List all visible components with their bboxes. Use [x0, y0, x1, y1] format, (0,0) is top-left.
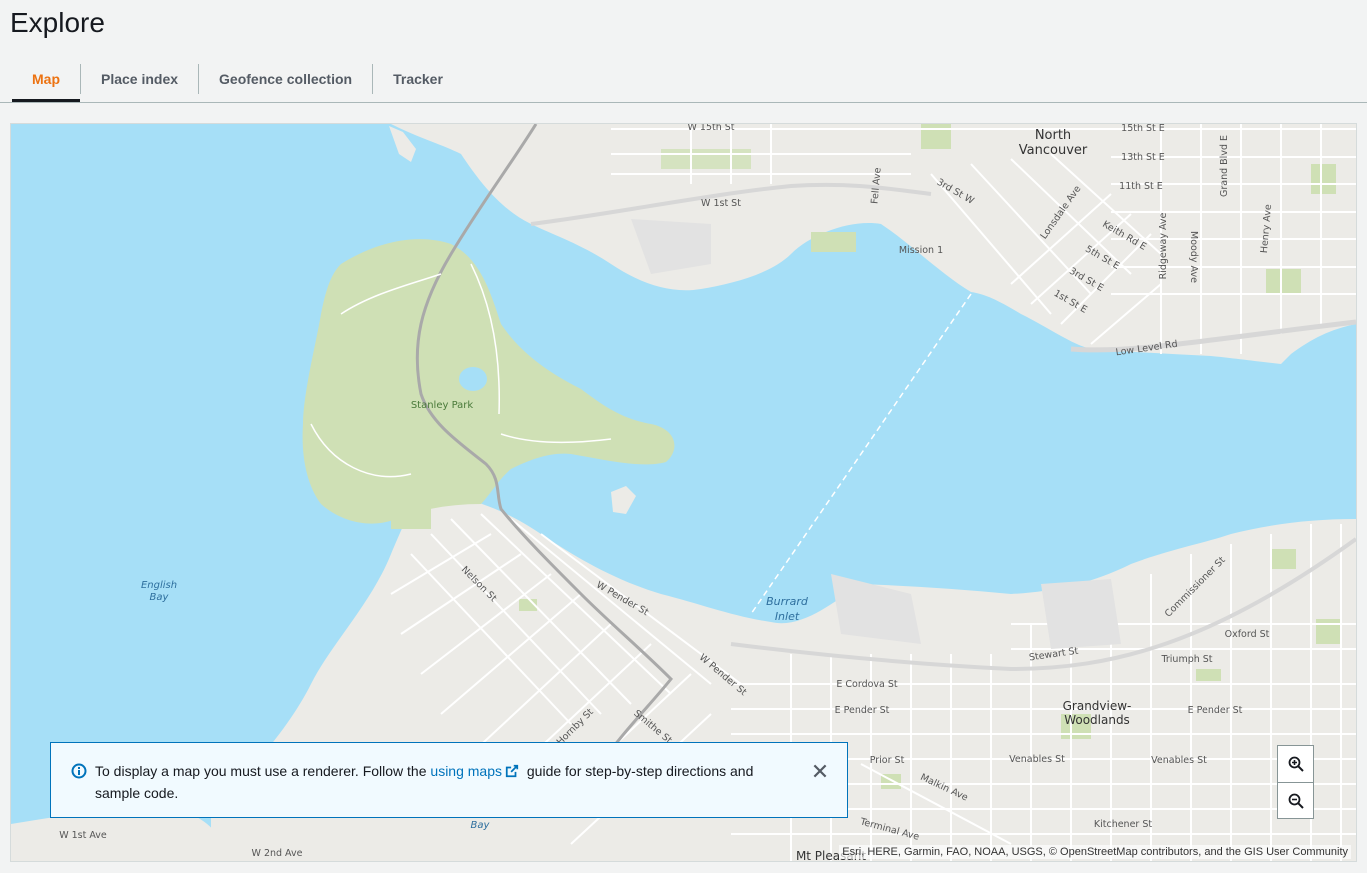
tab-geofence-collection[interactable]: Geofence collection — [199, 56, 372, 102]
zoom-in-icon — [1288, 756, 1304, 772]
street-label: E Pender St — [835, 705, 890, 716]
park-north-2 — [811, 232, 856, 252]
lost-lagoon — [459, 367, 487, 391]
map-attribution: Esri, HERE, Garmin, FAO, NOAA, USGS, © O… — [839, 845, 1351, 859]
label-grandview-2: Woodlands — [1064, 713, 1130, 727]
close-icon[interactable] — [811, 762, 829, 780]
label-english-bay-2: Bay — [150, 592, 170, 603]
street-label: Mission 1 — [899, 245, 943, 256]
external-link-icon[interactable] — [505, 764, 519, 778]
street-label: E Pender St — [1188, 705, 1243, 716]
park-north-5 — [1311, 164, 1336, 194]
label-north-vancouver-1: North — [1035, 128, 1071, 143]
info-icon — [71, 763, 87, 779]
tab-bar: Map Place index Geofence collection Trac… — [12, 56, 463, 102]
street-label: Triumph St — [1160, 654, 1212, 665]
street-label: 11th St E — [1119, 181, 1163, 192]
tab-map[interactable]: Map — [12, 56, 80, 102]
park-downtown-1 — [391, 494, 431, 529]
tab-place-index[interactable]: Place index — [81, 56, 198, 102]
using-maps-link[interactable]: using maps — [430, 763, 502, 779]
tab-tracker[interactable]: Tracker — [373, 56, 463, 102]
park-east-2 — [1196, 669, 1221, 681]
street-label: Oxford St — [1225, 629, 1270, 640]
label-burrard-inlet-1: Burrard — [766, 595, 809, 608]
label-burrard-inlet-2: Inlet — [775, 610, 800, 623]
label-grandview-1: Grandview- — [1063, 699, 1132, 713]
park-east-1 — [1271, 549, 1296, 569]
street-label: Grand Blvd E — [1219, 135, 1230, 197]
park-north-4 — [921, 124, 951, 149]
page-title: Explore — [10, 7, 105, 38]
label-north-vancouver-2: Vancouver — [1019, 143, 1088, 158]
street-label: 15th St E — [1121, 124, 1165, 134]
street-label: Kitchener St — [1094, 819, 1153, 830]
label-stanley-park: Stanley Park — [411, 400, 474, 411]
street-label: W 1st Ave — [59, 830, 107, 841]
info-alert: To display a map you must use a renderer… — [50, 742, 848, 818]
street-label: W 15th St — [687, 124, 734, 133]
street-label: E Cordova St — [836, 679, 898, 690]
alert-text-before: To display a map you must use a renderer… — [95, 763, 431, 779]
street-label: Ridgeway Ave — [1158, 212, 1169, 279]
park-north — [661, 149, 751, 169]
street-label: Prior St — [870, 755, 905, 766]
park-east-4 — [1316, 619, 1341, 644]
street-label: Venables St — [1009, 754, 1065, 765]
label-bay: Bay — [471, 820, 491, 831]
zoom-out-icon — [1288, 793, 1304, 809]
park-north-3 — [1266, 269, 1301, 294]
zoom-in-button[interactable] — [1278, 746, 1313, 782]
zoom-controls — [1277, 745, 1314, 819]
label-english-bay-1: English — [141, 580, 177, 591]
zoom-out-button[interactable] — [1278, 783, 1313, 819]
tabs-divider — [0, 102, 1367, 103]
street-label: Venables St — [1151, 755, 1207, 766]
alert-message: To display a map you must use a renderer… — [95, 760, 785, 804]
street-label: 13th St E — [1121, 152, 1165, 163]
street-label: W 2nd Ave — [252, 848, 303, 859]
street-label: W 1st St — [701, 198, 741, 209]
street-label: Moody Ave — [1188, 231, 1199, 283]
